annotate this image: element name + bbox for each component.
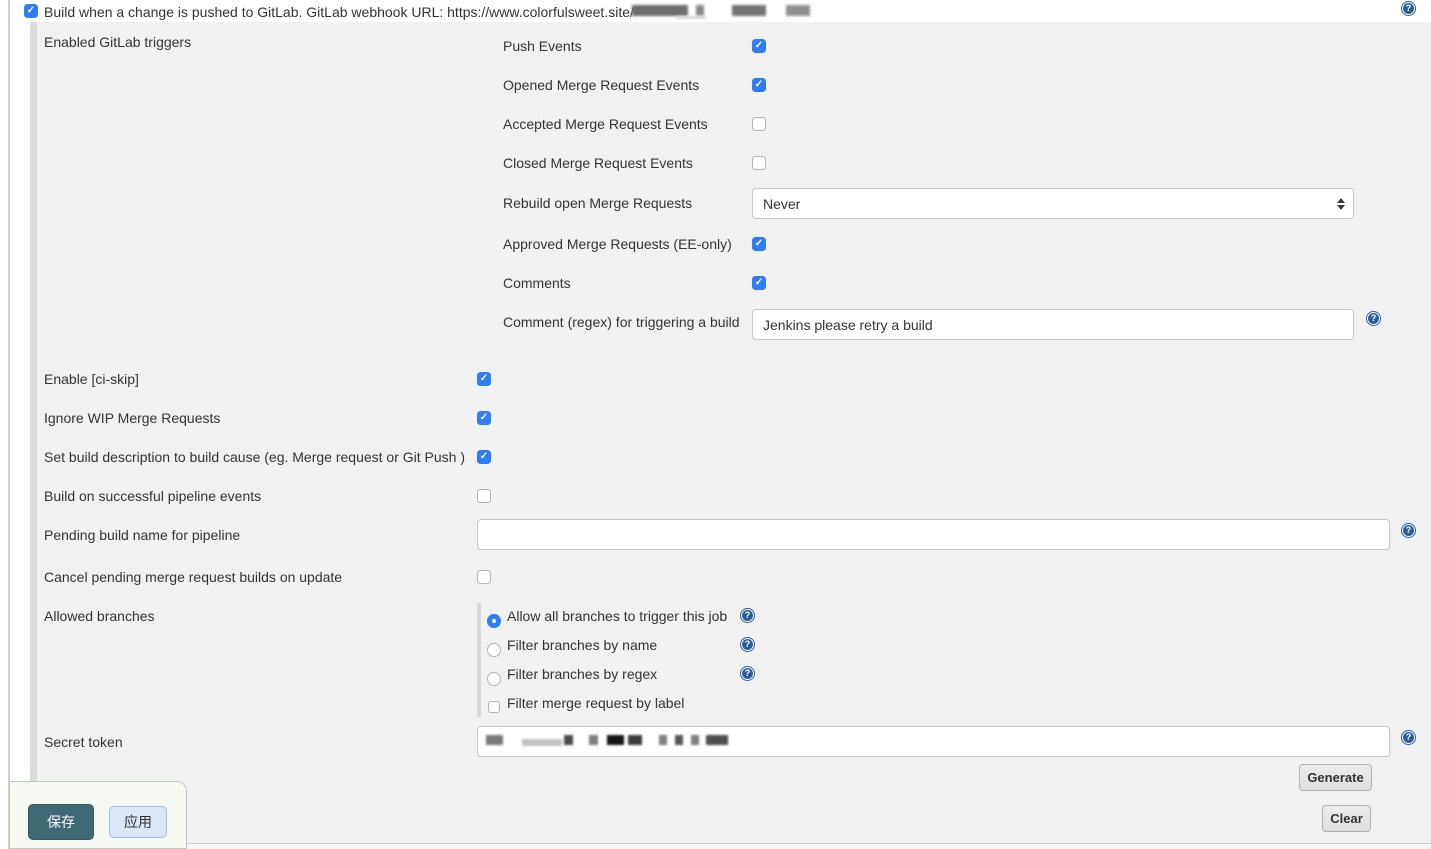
radio-group-indent-bar — [477, 603, 481, 717]
accepted-mr-events-checkbox[interactable]: ✓ — [752, 117, 766, 131]
push-events-label: Push Events — [503, 38, 582, 55]
approved-mr-label: Approved Merge Requests (EE-only) — [503, 236, 732, 253]
help-icon[interactable]: ? — [1401, 523, 1416, 538]
jenkins-gitlab-trigger-config: ✓ Build when a change is pushed to GitLa… — [0, 0, 1431, 849]
build-on-pipeline-checkbox[interactable]: ✓ — [477, 489, 491, 503]
ignore-wip-mr-label: Ignore WIP Merge Requests — [44, 410, 220, 427]
build-on-pipeline-label: Build on successful pipeline events — [44, 488, 261, 505]
accepted-mr-events-label: Accepted Merge Request Events — [503, 116, 708, 133]
redacted-secret-token — [486, 735, 728, 746]
filter-branches-by-regex-label: Filter branches by regex — [507, 666, 657, 683]
help-icon[interactable]: ? — [740, 666, 755, 681]
set-build-description-checkbox[interactable]: ✓ — [477, 450, 491, 464]
push-events-checkbox[interactable]: ✓ — [752, 39, 766, 53]
filter-branches-by-name-radio[interactable] — [487, 643, 501, 657]
check-icon: ✓ — [27, 6, 35, 16]
question-mark-icon: ? — [1403, 525, 1414, 536]
secret-token-label: Secret token — [44, 734, 123, 751]
comment-regex-label: Comment (regex) for triggering a build — [503, 314, 740, 331]
allow-all-branches-radio[interactable] — [487, 614, 501, 628]
question-mark-icon: ? — [1403, 3, 1414, 14]
section-indent-line — [8, 0, 10, 849]
filter-mr-by-label-label: Filter merge request by label — [507, 695, 684, 712]
build-when-pushed-label: Build when a change is pushed to GitLab.… — [44, 4, 634, 20]
comments-checkbox[interactable]: ✓ — [752, 276, 766, 290]
question-mark-icon: ? — [742, 639, 753, 650]
rebuild-open-mr-selected-value: Never — [763, 196, 800, 212]
ignore-wip-mr-checkbox[interactable]: ✓ — [477, 411, 491, 425]
opened-mr-events-label: Opened Merge Request Events — [503, 77, 699, 94]
filter-branches-by-regex-radio[interactable] — [487, 672, 501, 686]
build-when-pushed-checkbox[interactable]: ✓ — [24, 4, 38, 18]
help-icon[interactable]: ? — [740, 608, 755, 623]
rebuild-open-mr-select[interactable]: Never — [752, 188, 1354, 219]
help-icon[interactable]: ? — [1401, 730, 1416, 745]
rebuild-open-mr-label: Rebuild open Merge Requests — [503, 195, 692, 212]
set-build-description-label: Set build description to build cause (eg… — [44, 449, 465, 466]
approved-mr-checkbox[interactable]: ✓ — [752, 237, 766, 251]
cancel-pending-mr-label: Cancel pending merge request builds on u… — [44, 569, 342, 586]
filter-mr-by-label-checkbox[interactable]: ✓ — [488, 701, 500, 713]
redacted-webhook-path — [632, 5, 810, 16]
question-mark-icon: ? — [742, 610, 753, 621]
triggers-section-label: Enabled GitLab triggers — [44, 34, 191, 51]
question-mark-icon: ? — [1368, 313, 1379, 324]
comment-regex-input[interactable] — [752, 309, 1354, 340]
generate-button[interactable]: Generate — [1299, 764, 1372, 791]
enable-ci-skip-checkbox[interactable]: ✓ — [477, 372, 491, 386]
redacted-webhook-subtext — [676, 16, 706, 19]
allowed-branches-label: Allowed branches — [44, 608, 155, 625]
section-bottom-edge — [30, 843, 1431, 849]
apply-button[interactable]: 应用 — [109, 806, 167, 838]
help-icon[interactable]: ? — [1366, 311, 1381, 326]
check-icon: ✓ — [480, 413, 488, 423]
pending-build-name-input[interactable] — [477, 519, 1390, 550]
check-icon: ✓ — [755, 239, 763, 249]
check-icon: ✓ — [755, 80, 763, 90]
check-icon: ✓ — [755, 278, 763, 288]
check-icon: ✓ — [480, 452, 488, 462]
question-mark-icon: ? — [742, 668, 753, 679]
allow-all-branches-label: Allow all branches to trigger this job — [507, 608, 727, 625]
check-icon: ✓ — [755, 41, 763, 51]
enable-ci-skip-label: Enable [ci-skip] — [44, 371, 139, 388]
closed-mr-events-label: Closed Merge Request Events — [503, 155, 693, 172]
pending-build-name-label: Pending build name for pipeline — [44, 527, 240, 544]
comments-label: Comments — [503, 275, 571, 292]
select-arrows-icon — [1337, 198, 1345, 210]
trigger-config-panel — [30, 22, 1431, 844]
help-icon[interactable]: ? — [740, 637, 755, 652]
closed-mr-events-checkbox[interactable]: ✓ — [752, 156, 766, 170]
clear-button[interactable]: Clear — [1322, 805, 1371, 832]
opened-mr-events-checkbox[interactable]: ✓ — [752, 78, 766, 92]
filter-branches-by-name-label: Filter branches by name — [507, 637, 657, 654]
save-button[interactable]: 保存 — [28, 804, 94, 840]
question-mark-icon: ? — [1403, 732, 1414, 743]
check-icon: ✓ — [480, 374, 488, 384]
help-icon[interactable]: ? — [1401, 1, 1416, 16]
cancel-pending-mr-checkbox[interactable]: ✓ — [477, 570, 491, 584]
